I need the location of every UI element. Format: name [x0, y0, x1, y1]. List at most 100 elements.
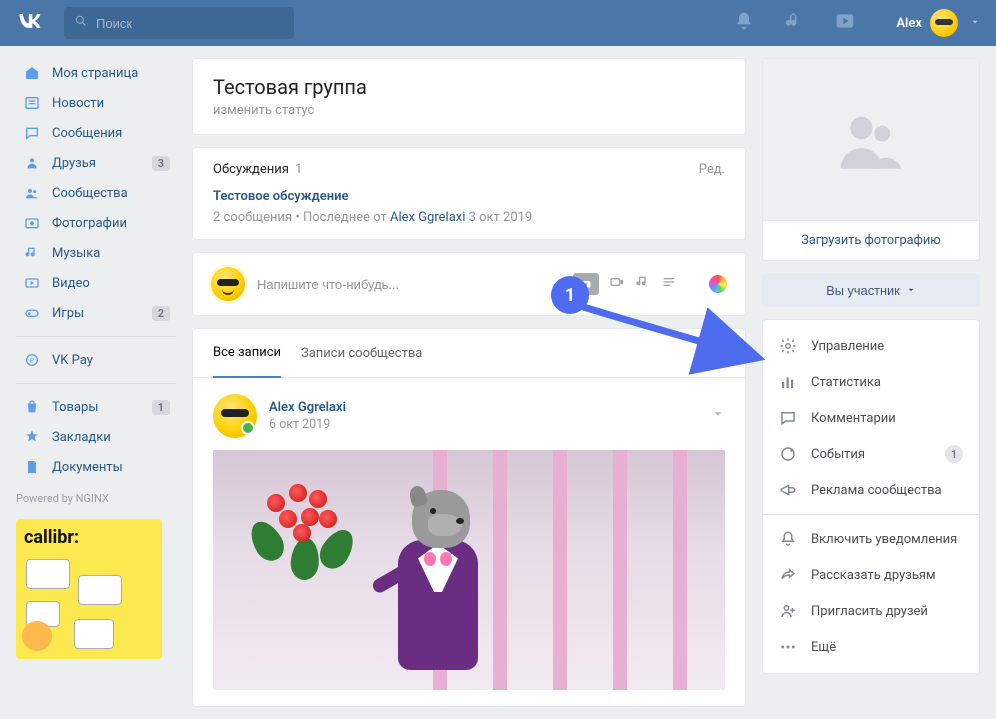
nav-badge: 2 [152, 306, 170, 321]
menu-share[interactable]: Рассказать друзьям [763, 557, 979, 593]
menu-manage[interactable]: Управление [763, 328, 979, 364]
search-box[interactable] [64, 7, 294, 39]
post-image[interactable] [213, 450, 725, 690]
menu-label: Статистика [811, 375, 881, 390]
video-play-icon[interactable] [834, 11, 856, 35]
nav-bookmarks[interactable]: Закладки [16, 422, 176, 452]
nav-label: Новости [52, 96, 104, 111]
menu-label: Ещё [811, 640, 836, 655]
nav-news[interactable]: Новости [16, 88, 176, 118]
wall-post: Alex Ggrelaxi 6 окт 2019 [193, 378, 745, 706]
nav-messages[interactable]: Сообщения [16, 118, 176, 148]
nav-label: Товары [52, 400, 98, 415]
tab-all-posts[interactable]: Все записи [213, 329, 281, 378]
nav-games[interactable]: Игры2 [16, 298, 176, 328]
menu-ads[interactable]: Реклама сообщества [763, 472, 979, 508]
nav-vkpay[interactable]: ₽ VK Pay [16, 345, 176, 375]
vk-logo[interactable] [16, 7, 44, 39]
nav-label: Музыка [52, 246, 100, 261]
docs-icon [22, 459, 42, 475]
discussions-heading[interactable]: Обсуждения [213, 162, 289, 177]
nav-video[interactable]: Видео [16, 268, 176, 298]
gear-icon [779, 337, 797, 355]
menu-notifications[interactable]: Включить уведомления [763, 521, 979, 557]
music-attach-icon[interactable] [635, 274, 651, 294]
nav-badge: 1 [152, 400, 170, 415]
compose-input[interactable] [257, 277, 561, 292]
nav-label: VK Pay [52, 353, 93, 368]
nav-badge: 3 [152, 156, 170, 171]
share-icon [779, 566, 797, 584]
discussion-topic-title[interactable]: Тестовое обсуждение [213, 189, 725, 204]
post-menu-icon[interactable] [711, 407, 725, 425]
main-column: Тестовая группа изменить статус Обсужден… [192, 58, 746, 707]
menu-more[interactable]: Ещё [763, 629, 979, 665]
post-date[interactable]: 6 окт 2019 [269, 417, 346, 432]
pay-icon: ₽ [22, 352, 42, 368]
nav-label: Видео [52, 276, 90, 291]
side-menu: Управление Статистика Комментарии Событи… [762, 319, 980, 674]
music-nav-icon [22, 245, 42, 261]
menu-label: Пригласить друзей [811, 604, 928, 619]
svg-text:₽: ₽ [30, 357, 35, 365]
camera-icon[interactable] [573, 273, 599, 295]
menu-label: Комментарии [811, 411, 896, 426]
topic-last-author[interactable]: Alex Ggrelaxi [390, 210, 465, 225]
menu-comments[interactable]: Комментарии [763, 400, 979, 436]
communities-icon [22, 185, 42, 201]
user-name: Alex [896, 16, 922, 31]
nav-docs[interactable]: Документы [16, 452, 176, 482]
nav-my-page[interactable]: Моя страница [16, 58, 176, 88]
discussions-card: Обсуждения 1 Ред. Тестовое обсуждение 2 … [192, 147, 746, 240]
nav-label: Моя страница [52, 66, 138, 81]
nav-label: Документы [52, 460, 123, 475]
market-icon [22, 399, 42, 415]
nav-friends[interactable]: Друзья 3 [16, 148, 176, 178]
events-icon [779, 445, 797, 463]
invite-icon [779, 602, 797, 620]
nav-communities[interactable]: Сообщества [16, 178, 176, 208]
member-button-label: Вы участник [826, 283, 900, 298]
powered-by-text: Powered by NGINX [16, 492, 176, 505]
menu-label: Включить уведомления [811, 532, 957, 547]
menu-events[interactable]: События1 [763, 436, 979, 472]
upload-photo-link[interactable]: Загрузить фотографию [763, 221, 979, 260]
group-status-cta[interactable]: изменить статус [213, 103, 725, 118]
user-avatar-icon [930, 9, 958, 37]
more-icon [779, 638, 797, 656]
tab-community-posts[interactable]: Записи сообщества [301, 330, 422, 377]
notifications-icon[interactable] [734, 11, 754, 35]
nav-music[interactable]: Музыка [16, 238, 176, 268]
menu-label: Рассказать друзьям [811, 568, 936, 583]
member-button[interactable]: Вы участник [762, 273, 980, 307]
home-icon [22, 65, 42, 81]
more-attach-icon[interactable] [661, 274, 677, 294]
menu-label: Реклама сообщества [811, 483, 942, 498]
post-author[interactable]: Alex Ggrelaxi [269, 400, 346, 415]
discussions-edit[interactable]: Ред. [699, 162, 725, 177]
chevron-down-icon [906, 285, 916, 295]
news-icon [22, 95, 42, 111]
nav-label: Друзья [52, 156, 96, 171]
compose-card [192, 252, 746, 316]
menu-invite[interactable]: Пригласить друзей [763, 593, 979, 629]
group-title: Тестовая группа [213, 75, 725, 99]
compose-tools [573, 273, 727, 295]
group-header-card: Тестовая группа изменить статус [192, 58, 746, 135]
nav-market[interactable]: Товары 1 [16, 392, 176, 422]
search-input[interactable] [96, 16, 284, 31]
ad-banner[interactable]: callibr: [16, 519, 162, 659]
topic-msgs: 2 сообщения [213, 210, 292, 225]
menu-stats[interactable]: Статистика [763, 364, 979, 400]
video-attach-icon[interactable] [609, 274, 625, 294]
header-user[interactable]: Alex [896, 9, 980, 37]
wall-search-icon[interactable] [707, 342, 725, 364]
rainbow-theme-icon[interactable] [709, 275, 727, 293]
bookmarks-icon [22, 429, 42, 445]
menu-label: События [811, 447, 865, 462]
post-avatar-icon[interactable] [213, 394, 257, 438]
music-icon[interactable] [784, 11, 804, 35]
menu-label: Управление [811, 339, 884, 354]
nav-photos[interactable]: Фотографии [16, 208, 176, 238]
chevron-down-icon [970, 16, 980, 31]
